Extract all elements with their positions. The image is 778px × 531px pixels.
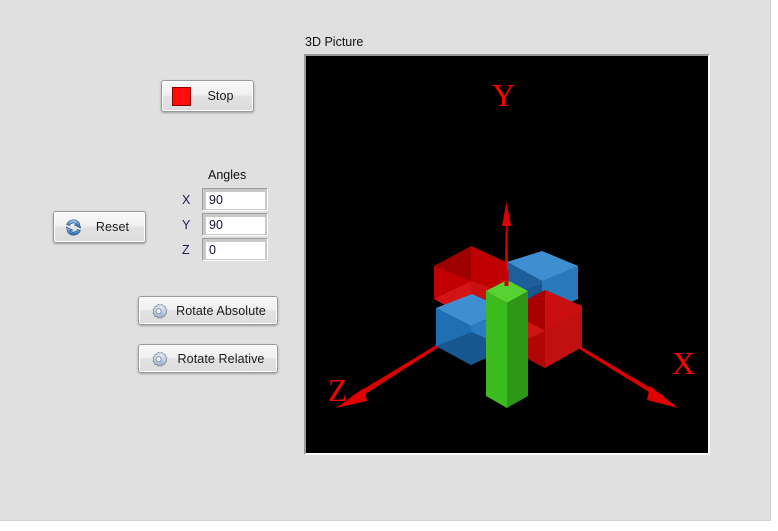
angle-y-label: Y	[182, 217, 191, 232]
axis-z-letter: Z	[328, 372, 348, 408]
green-box-y-axis	[486, 280, 528, 408]
axis-y-letter: Y	[492, 77, 515, 113]
angle-x-frame	[202, 188, 268, 211]
angle-y-input[interactable]	[206, 216, 265, 234]
picture-label: 3D Picture	[305, 35, 364, 49]
angle-row: Y	[178, 212, 272, 237]
rotate-absolute-button-label: Rotate Absolute	[176, 303, 266, 318]
angle-z-frame	[202, 238, 268, 261]
rotate-relative-button-label: Rotate Relative	[177, 351, 265, 366]
reset-button-label: Reset	[95, 220, 130, 234]
angle-row: X	[178, 187, 272, 212]
angle-y-frame	[202, 213, 268, 236]
3d-picture-control[interactable]: Y X Z	[304, 54, 710, 455]
3d-scene: Y X Z	[328, 77, 695, 408]
rotate-absolute-button[interactable]: Rotate Absolute	[138, 296, 278, 325]
stop-square-icon	[168, 81, 194, 111]
refresh-circular-arrows-icon	[60, 212, 86, 242]
gear-icon	[145, 345, 171, 372]
application-window: Stop Reset Rotate Absolute Rotate Relati…	[0, 0, 778, 531]
angle-z-label: Z	[182, 242, 190, 257]
angle-z-input[interactable]	[206, 241, 265, 259]
stop-button-label: Stop	[207, 89, 234, 103]
reset-button[interactable]: Reset	[53, 211, 146, 243]
axis-x-letter: X	[672, 345, 695, 381]
front-panel: Stop Reset Rotate Absolute Rotate Relati…	[0, 0, 771, 521]
angles-cluster: Angles X Y Z	[178, 168, 272, 268]
y-axis-stub	[504, 270, 509, 286]
stop-button[interactable]: Stop	[161, 80, 254, 112]
angle-row: Z	[178, 237, 272, 262]
angles-title: Angles	[208, 168, 247, 182]
angle-x-label: X	[182, 192, 191, 207]
gear-icon	[145, 297, 171, 324]
rotate-relative-button[interactable]: Rotate Relative	[138, 344, 278, 373]
angle-x-input[interactable]	[206, 191, 265, 209]
